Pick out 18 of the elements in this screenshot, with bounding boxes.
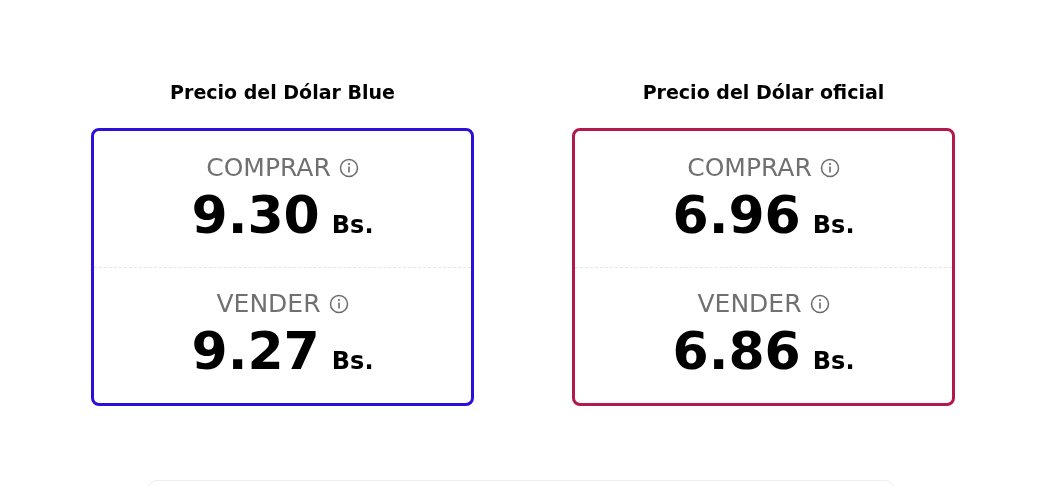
currency-unit: Bs. bbox=[331, 209, 374, 241]
price-value: 9.30 bbox=[191, 183, 320, 246]
currency-unit: Bs. bbox=[812, 346, 855, 378]
price-value: 6.86 bbox=[672, 320, 801, 383]
info-icon[interactable] bbox=[338, 157, 359, 178]
info-icon[interactable] bbox=[819, 157, 840, 178]
currency-unit: Bs. bbox=[331, 346, 374, 378]
price-value: 9.27 bbox=[191, 320, 320, 383]
price-label: COMPRAR bbox=[687, 151, 812, 184]
card-title: Precio del Dólar Blue bbox=[170, 80, 395, 105]
price-value: 6.96 bbox=[672, 183, 801, 246]
price-label: VENDER bbox=[216, 288, 321, 321]
info-icon[interactable] bbox=[809, 294, 830, 315]
currency-unit: Bs. bbox=[812, 209, 855, 241]
price-label: VENDER bbox=[697, 288, 802, 321]
card-title: Precio del Dólar oficial bbox=[642, 80, 885, 105]
price-label: COMPRAR bbox=[206, 151, 331, 184]
info-icon[interactable] bbox=[328, 294, 349, 315]
